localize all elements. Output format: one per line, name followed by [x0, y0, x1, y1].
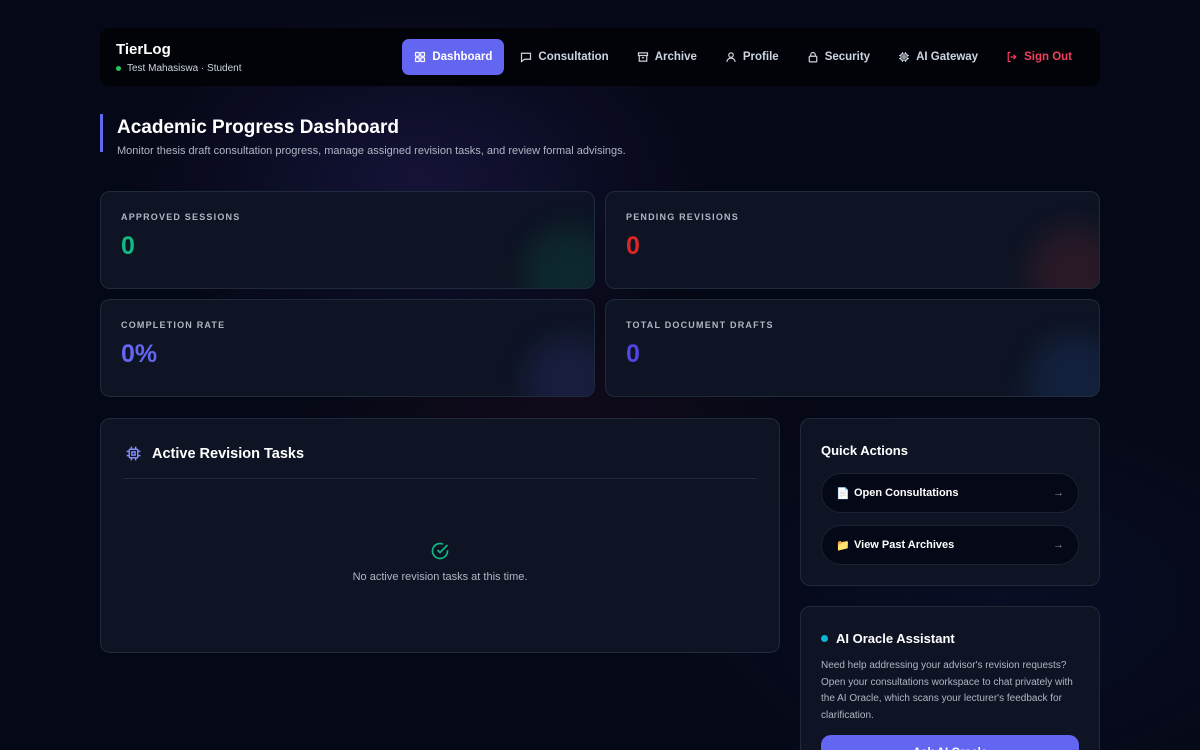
ai-oracle-description: Need help addressing your advisor's revi…	[821, 660, 1073, 721]
ask-ai-oracle-button[interactable]: Ask AI Oracle	[821, 735, 1079, 750]
arrow-right-icon: →	[1053, 487, 1064, 499]
nav-label: Dashboard	[432, 51, 493, 63]
stat-value: 0%	[121, 340, 158, 368]
stat-total-document-drafts: TOTAL DOCUMENT DRAFTS 0	[605, 299, 1100, 397]
nav-label: Consultation	[538, 51, 609, 63]
archive-icon	[637, 52, 648, 62]
button-label: View Past Archives	[854, 539, 955, 551]
nav-sign-out[interactable]: Sign Out	[994, 39, 1084, 75]
stat-value: 0	[121, 232, 135, 260]
arrow-right-icon: →	[1053, 539, 1064, 551]
active-revision-tasks-card: Active Revision Tasks No active revision…	[100, 418, 780, 653]
ai-oracle-header: AI Oracle Assistant	[801, 607, 1099, 646]
top-navbar: TierLog Test Mahasiswa · Student Dashboa…	[100, 28, 1100, 86]
user-icon	[726, 52, 736, 62]
stat-label: PENDING REVISIONS	[626, 212, 739, 222]
grid-icon	[415, 51, 426, 63]
divider	[123, 478, 757, 479]
page-subtitle: Monitor thesis draft consultation progre…	[117, 145, 626, 157]
stat-value: 0	[626, 340, 640, 368]
stat-completion-rate: COMPLETION RATE 0%	[100, 299, 595, 397]
chat-icon	[521, 52, 532, 63]
ai-oracle-title: AI Oracle Assistant	[836, 631, 955, 646]
tasks-header: Active Revision Tasks	[101, 419, 779, 478]
nav-security[interactable]: Security	[795, 39, 882, 75]
nav-consultation[interactable]: Consultation	[508, 39, 620, 75]
nav-label: Profile	[742, 51, 779, 63]
nav-profile[interactable]: Profile	[713, 39, 791, 75]
lock-icon	[808, 51, 818, 63]
stat-approved-sessions: APPROVED SESSIONS 0	[100, 191, 595, 289]
stat-label: COMPLETION RATE	[121, 320, 226, 330]
button-label: Open Consultations	[854, 487, 959, 499]
document-icon: 📄	[836, 487, 850, 500]
stat-label: APPROVED SESSIONS	[121, 212, 241, 222]
open-consultations-button[interactable]: 📄 Open Consultations →	[821, 473, 1079, 513]
tasks-title: Active Revision Tasks	[152, 445, 305, 462]
nav-label: Security	[824, 51, 871, 63]
user-role-label: Test Mahasiswa · Student	[127, 62, 242, 74]
online-status-dot	[116, 65, 121, 71]
view-past-archives-button[interactable]: 📁 View Past Archives →	[821, 525, 1079, 565]
chip-icon	[899, 52, 909, 62]
chip-icon	[126, 446, 141, 461]
ai-status-dot	[821, 635, 828, 642]
page-title: Academic Progress Dashboard	[117, 117, 399, 138]
brand: TierLog Test Mahasiswa · Student	[116, 41, 242, 74]
folder-icon: 📁	[836, 539, 850, 552]
nav-dashboard[interactable]: Dashboard	[402, 39, 505, 75]
check-circle-icon	[431, 542, 449, 560]
stat-value: 0	[626, 232, 640, 260]
ai-oracle-card: AI Oracle Assistant Need help addressing…	[800, 606, 1100, 750]
nav-archive[interactable]: Archive	[625, 39, 709, 75]
nav-label: Sign Out	[1024, 51, 1072, 63]
stat-pending-revisions: PENDING REVISIONS 0	[605, 191, 1100, 289]
empty-state-text: No active revision tasks at this time.	[352, 571, 528, 583]
nav-label: AI Gateway	[916, 51, 979, 63]
stat-label: TOTAL DOCUMENT DRAFTS	[626, 320, 774, 330]
brand-title: TierLog	[116, 40, 171, 58]
quick-actions-title: Quick Actions	[821, 443, 908, 458]
main-nav: Dashboard Consultation Archive Profile S…	[402, 39, 1084, 75]
user-status: Test Mahasiswa · Student	[116, 63, 242, 74]
nav-ai-gateway[interactable]: AI Gateway	[886, 39, 990, 75]
empty-state: No active revision tasks at this time.	[101, 541, 779, 583]
page-header: Academic Progress Dashboard Monitor thes…	[100, 114, 626, 157]
sign-out-icon	[1007, 51, 1017, 63]
quick-actions-card: Quick Actions 📄 Open Consultations → 📁 V…	[800, 418, 1100, 586]
nav-label: Archive	[654, 51, 697, 63]
